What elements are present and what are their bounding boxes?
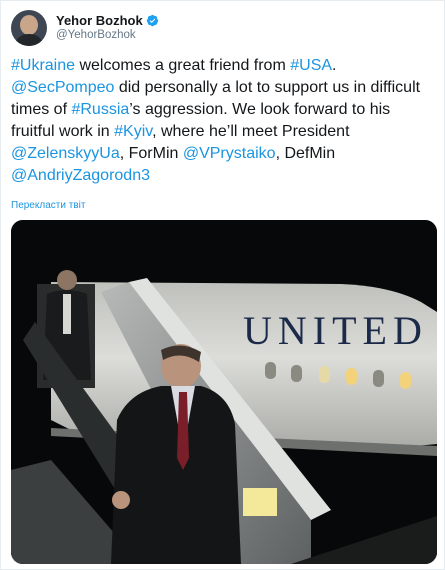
mention[interactable]: @SecPompeo bbox=[11, 79, 114, 96]
hashtag[interactable]: #USA bbox=[290, 57, 332, 74]
tweet-text-segment: , where he’ll meet President bbox=[152, 123, 350, 140]
avatar-face bbox=[20, 15, 38, 35]
tweet-text-segment: welcomes a great friend from bbox=[75, 57, 291, 74]
mention[interactable]: @VPrystaiko bbox=[183, 145, 276, 162]
author-display-name-text[interactable]: Yehor Bozhok bbox=[56, 13, 143, 28]
tweet-card: Yehor Bozhok @YehorBozhok #Ukraine welco… bbox=[0, 0, 445, 570]
stair-light bbox=[243, 488, 277, 516]
tweet-text-segment: . bbox=[332, 57, 337, 74]
hashtag[interactable]: #Russia bbox=[71, 101, 129, 118]
photo-scene: UNITED bbox=[11, 220, 437, 564]
hashtag[interactable]: #Kyiv bbox=[114, 123, 152, 140]
verified-badge-icon bbox=[146, 14, 158, 27]
mention[interactable]: @AndriyZagorodn3 bbox=[11, 167, 150, 184]
mention[interactable]: @ZelenskyyUa bbox=[11, 145, 120, 162]
aircraft-lettering: UNITED bbox=[243, 308, 428, 353]
avatar-suit bbox=[14, 34, 44, 46]
tweet-text: #Ukraine welcomes a great friend from #U… bbox=[11, 55, 436, 187]
tweet-text-segment: , DefMin bbox=[275, 145, 336, 162]
hashtag[interactable]: #Ukraine bbox=[11, 57, 75, 74]
avatar[interactable] bbox=[11, 10, 47, 46]
tweet-header: Yehor Bozhok @YehorBozhok bbox=[11, 9, 159, 47]
tweet-photo[interactable]: UNITED bbox=[11, 220, 437, 564]
translate-tweet-link[interactable]: Перекласти твіт bbox=[11, 200, 85, 211]
author-names: Yehor Bozhok @YehorBozhok bbox=[56, 13, 159, 43]
tweet-text-segment: , ForMin bbox=[119, 145, 183, 162]
author-display-name[interactable]: Yehor Bozhok bbox=[56, 13, 159, 28]
author-handle[interactable]: @YehorBozhok bbox=[56, 28, 159, 43]
